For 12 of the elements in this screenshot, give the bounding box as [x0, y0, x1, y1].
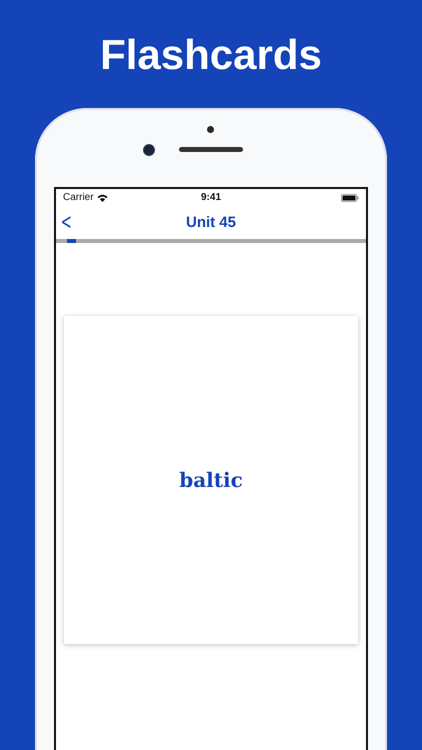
flashcard[interactable]: baltic	[64, 316, 358, 644]
sensor-icon	[207, 126, 214, 133]
carrier-label: Carrier	[63, 192, 94, 203]
nav-title: Unit 45	[186, 214, 236, 231]
status-time: 9:41	[200, 192, 221, 203]
speaker-icon	[179, 147, 243, 152]
card-word: baltic	[179, 468, 243, 492]
battery-icon	[341, 194, 359, 202]
wifi-icon	[96, 194, 108, 202]
camera-icon	[143, 144, 155, 156]
headline: Flashcards	[100, 30, 322, 80]
back-button[interactable]: <	[56, 210, 72, 235]
